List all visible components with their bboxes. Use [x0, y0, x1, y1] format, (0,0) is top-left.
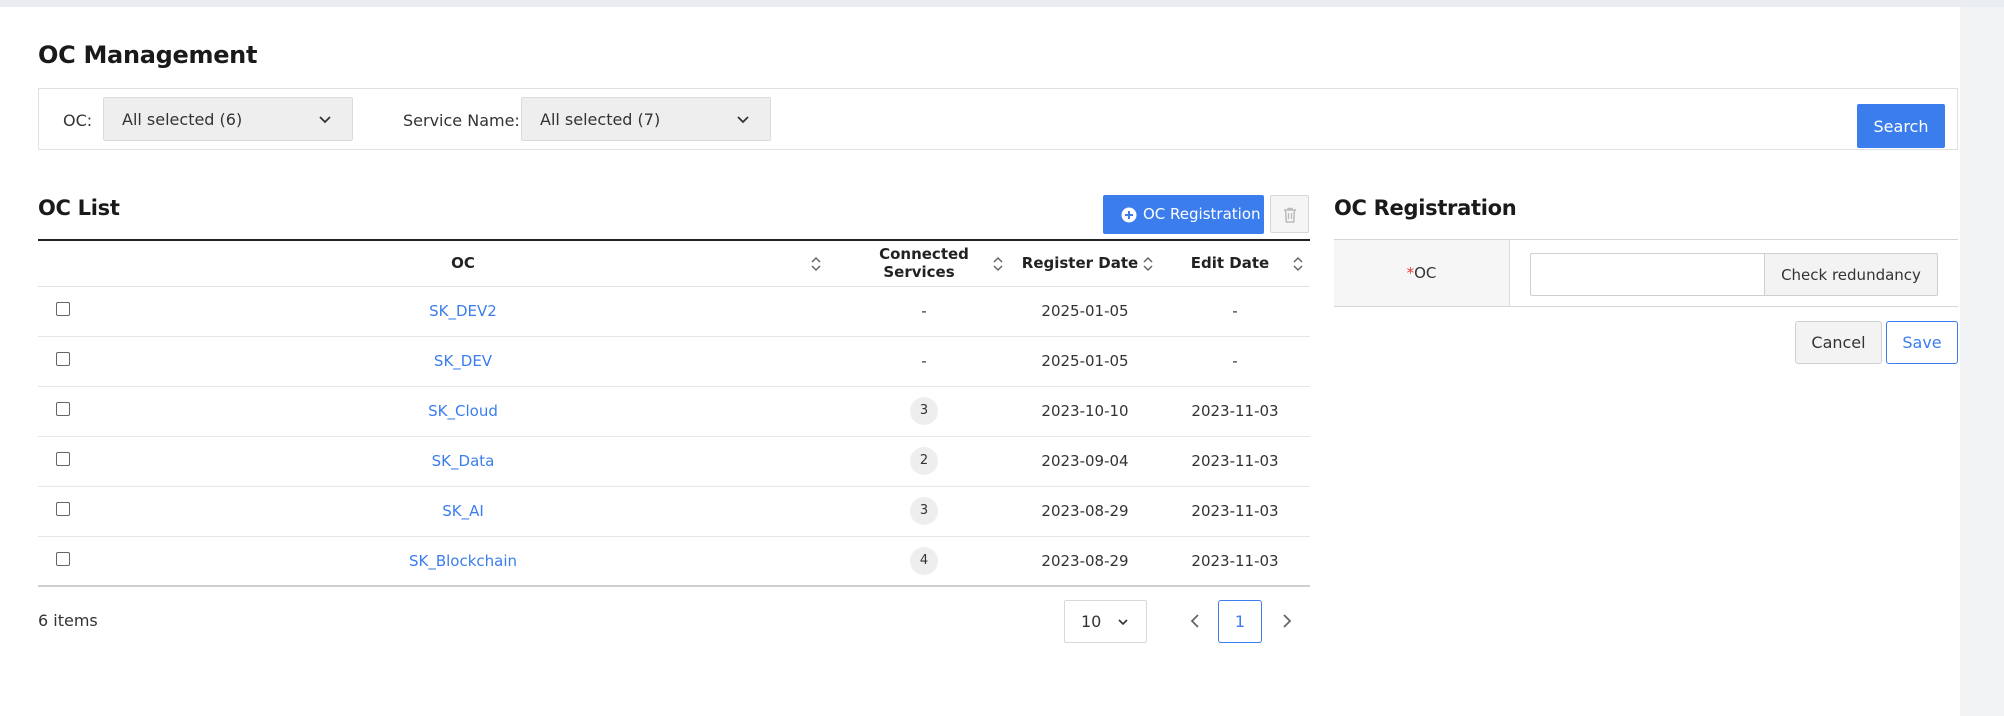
service-filter-select[interactable]: All selected (7)	[521, 97, 771, 141]
column-header-register-date[interactable]: Register Date	[1010, 240, 1160, 287]
row-checkbox[interactable]	[56, 302, 70, 316]
row-checkbox-cell	[38, 536, 88, 586]
row-checkbox-cell	[38, 336, 88, 387]
table-row: SK_Cloud 3 2023-10-10 2023-11-03	[38, 386, 1310, 437]
edit-date-value: -	[1232, 352, 1238, 370]
oc-filter-select[interactable]: All selected (6)	[103, 97, 353, 141]
registration-title: OC Registration	[1334, 196, 1517, 220]
sort-icon[interactable]	[810, 255, 822, 273]
connected-services-badge[interactable]: 3	[910, 497, 938, 525]
required-mark: *	[1406, 264, 1415, 282]
oc-list-title: OC List	[38, 196, 120, 220]
oc-table: OC Connected Services Register Date Edit…	[38, 239, 1310, 587]
oc-registration-label: OC Registration	[1143, 205, 1261, 223]
oc-name-link[interactable]: SK_DEV2	[429, 302, 497, 320]
page-title: OC Management	[38, 41, 258, 69]
connected-services-value: -	[921, 302, 927, 320]
connected-services-badge[interactable]: 2	[910, 447, 938, 475]
register-date-value: 2023-10-10	[1041, 402, 1129, 420]
sort-icon[interactable]	[1142, 255, 1154, 273]
oc-field-label: *OC	[1334, 240, 1510, 306]
chevron-down-icon	[1118, 619, 1128, 626]
column-header-connected-services-label: Connected Services	[879, 245, 969, 282]
register-date-value: 2023-08-29	[1041, 551, 1129, 570]
items-count: 6 items	[38, 611, 98, 630]
column-header-edit-date-label: Edit Date	[1190, 254, 1270, 273]
row-checkbox[interactable]	[56, 502, 70, 516]
oc-filter-label: OC:	[63, 111, 93, 130]
page-size-select[interactable]: 10	[1064, 600, 1147, 643]
edit-date-value: 2023-11-03	[1191, 452, 1279, 470]
edit-date-value: -	[1232, 302, 1238, 320]
register-date-value: 2023-09-04	[1041, 452, 1129, 470]
search-button[interactable]: Search	[1857, 104, 1945, 148]
table-row: SK_DEV - 2025-01-05 -	[38, 336, 1310, 387]
table-row: SK_AI 3 2023-08-29 2023-11-03	[38, 486, 1310, 537]
add-circle-icon	[1121, 207, 1137, 223]
column-header-oc[interactable]: OC	[88, 240, 838, 287]
row-checkbox[interactable]	[56, 551, 70, 566]
select-column-header	[38, 240, 88, 287]
oc-registration-button[interactable]: OC Registration	[1103, 195, 1264, 234]
table-row: SK_DEV2 - 2025-01-05 -	[38, 286, 1310, 337]
row-checkbox[interactable]	[56, 452, 70, 466]
row-checkbox-cell	[38, 486, 88, 537]
register-date-value: 2025-01-05	[1041, 302, 1129, 320]
oc-input[interactable]	[1530, 253, 1765, 296]
connected-services-value: -	[921, 352, 927, 370]
check-redundancy-button[interactable]: Check redundancy	[1764, 253, 1938, 296]
row-checkbox[interactable]	[56, 352, 70, 366]
oc-name-link[interactable]: SK_Cloud	[428, 402, 498, 420]
register-date-value: 2025-01-05	[1041, 352, 1129, 370]
row-checkbox-cell	[38, 286, 88, 337]
connected-services-badge[interactable]: 3	[910, 397, 938, 425]
oc-filter-value: All selected (6)	[122, 110, 243, 129]
sort-icon[interactable]	[1292, 255, 1304, 273]
edit-date-value: 2023-11-03	[1191, 502, 1279, 520]
oc-name-link[interactable]: SK_DEV	[434, 352, 492, 370]
table-header-row: OC Connected Services Register Date Edit…	[38, 240, 1310, 287]
oc-name-link[interactable]: SK_AI	[442, 502, 484, 520]
oc-name-link[interactable]: SK_Blockchain	[409, 552, 517, 570]
next-page-icon[interactable]	[1280, 611, 1294, 631]
chevron-down-icon	[737, 116, 749, 124]
table-row: SK_Data 2 2023-09-04 2023-11-03	[38, 436, 1310, 487]
service-filter-label: Service Name:	[403, 111, 520, 130]
registration-form: *OC Check redundancy	[1334, 239, 1958, 307]
row-checkbox[interactable]	[56, 402, 70, 416]
save-button[interactable]: Save	[1886, 321, 1958, 364]
page-size-value: 10	[1081, 612, 1102, 631]
prev-page-icon[interactable]	[1188, 611, 1202, 631]
trash-icon	[1284, 207, 1296, 223]
edit-date-value: 2023-11-03	[1191, 402, 1279, 420]
cancel-button[interactable]: Cancel	[1795, 321, 1882, 364]
oc-name-link[interactable]: SK_Data	[432, 452, 495, 470]
oc-field-label-text: OC	[1414, 264, 1437, 282]
scrollbar-track[interactable]	[1960, 7, 2004, 716]
edit-date-value: 2023-11-03	[1191, 551, 1279, 570]
delete-button[interactable]	[1270, 195, 1309, 233]
row-checkbox-cell	[38, 386, 88, 437]
column-header-connected-services[interactable]: Connected Services	[838, 240, 1010, 287]
column-header-edit-date[interactable]: Edit Date	[1160, 240, 1310, 287]
connected-services-badge[interactable]: 4	[910, 546, 938, 575]
column-header-oc-label: OC	[451, 254, 475, 273]
chevron-down-icon	[319, 116, 331, 124]
filter-bar: OC: All selected (6) Service Name: All s…	[38, 88, 1958, 150]
table-row: SK_Blockchain 4 2023-08-29 2023-11-03	[38, 536, 1310, 586]
column-header-register-date-label: Register Date	[1021, 254, 1139, 273]
register-date-value: 2023-08-29	[1041, 502, 1129, 520]
page-number-current[interactable]: 1	[1218, 600, 1262, 643]
sort-icon[interactable]	[992, 255, 1004, 273]
service-filter-value: All selected (7)	[540, 110, 661, 129]
row-checkbox-cell	[38, 436, 88, 487]
